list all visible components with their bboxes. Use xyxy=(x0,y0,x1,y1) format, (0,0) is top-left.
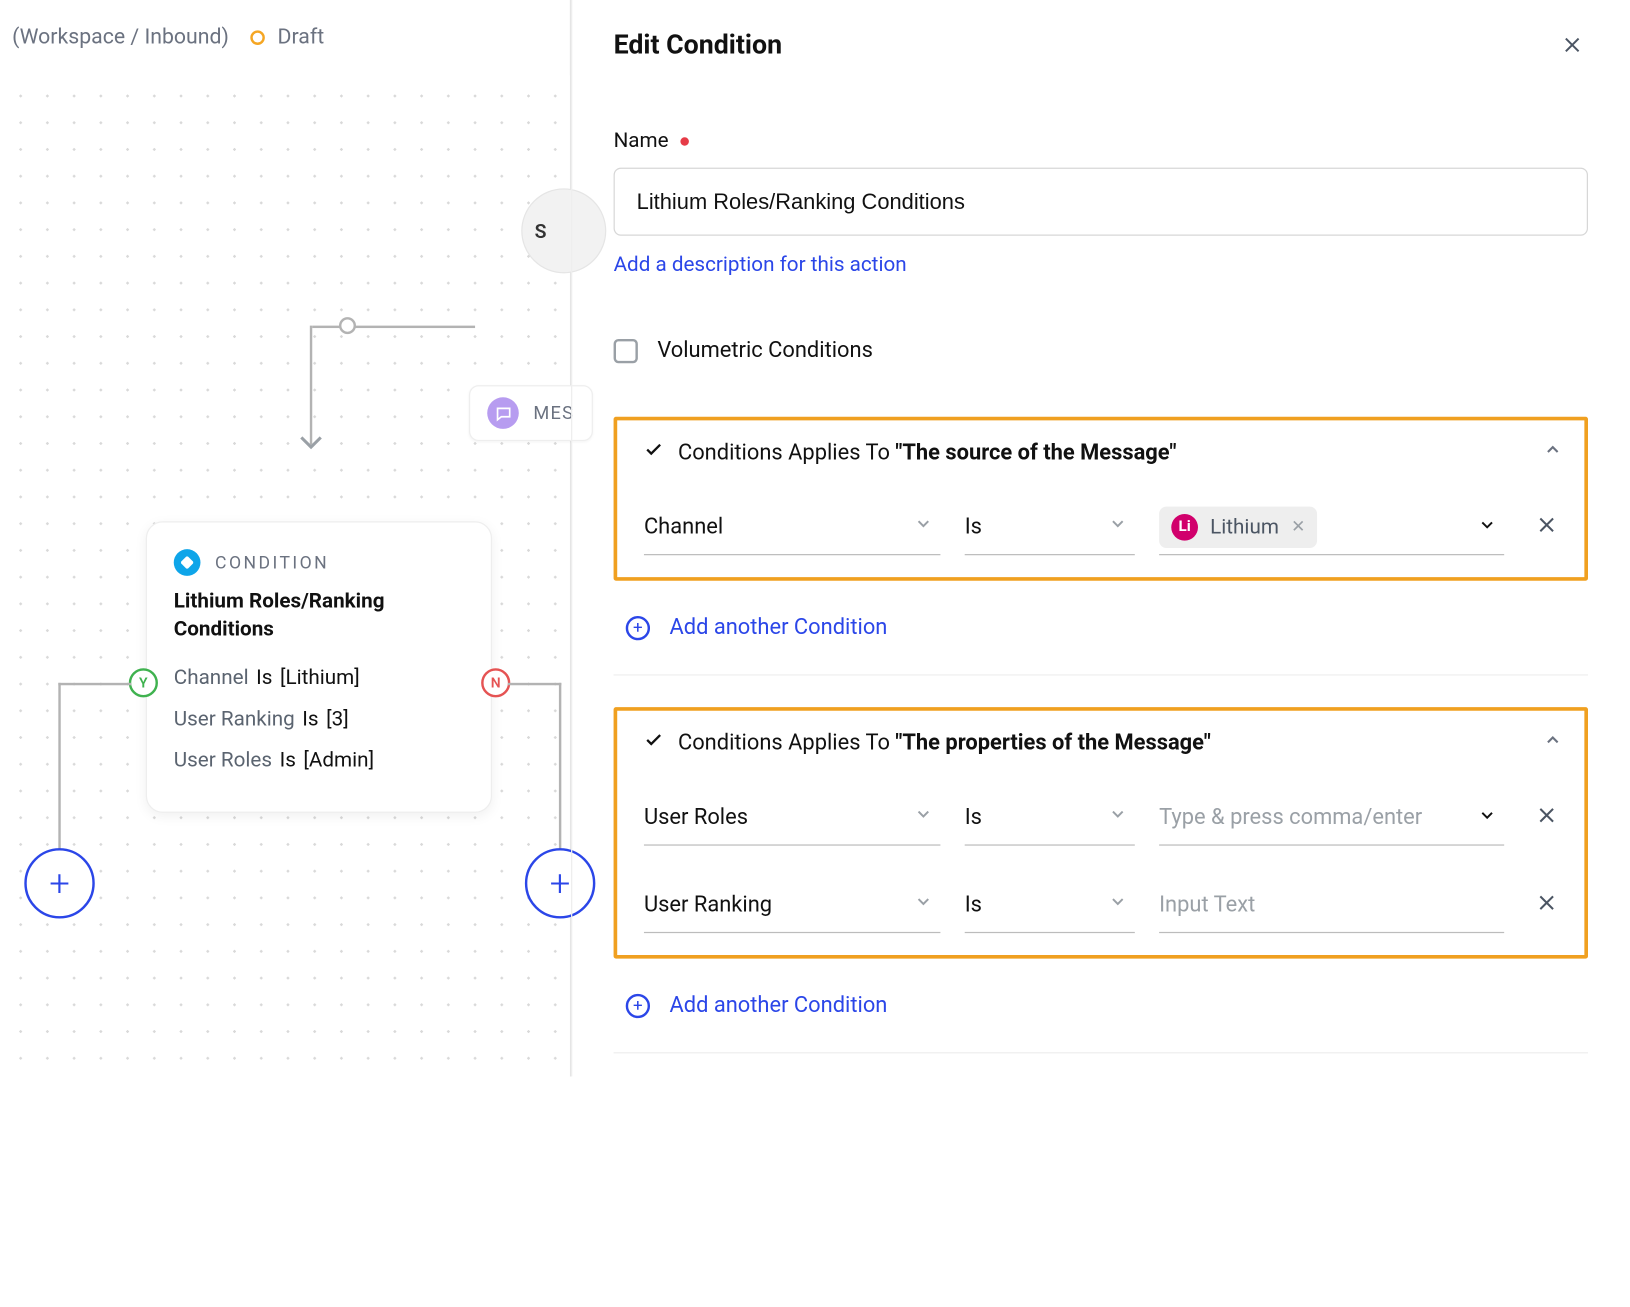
volumetric-checkbox-row[interactable]: Volumetric Conditions xyxy=(614,338,1588,364)
close-button[interactable] xyxy=(1556,29,1588,61)
chip-label: Lithium xyxy=(1210,515,1279,539)
field-select[interactable]: User Roles xyxy=(644,790,940,846)
condition-type-label: CONDITION xyxy=(215,552,329,573)
condition-row: Channel Is [Lithium] xyxy=(174,666,464,690)
operator-select[interactable]: Is xyxy=(965,877,1135,933)
condition-row: User Roles Is [Admin] xyxy=(174,748,464,772)
connector-line xyxy=(559,683,561,851)
chevron-down-icon xyxy=(914,514,933,540)
condition-title: Lithium Roles/Ranking Conditions xyxy=(174,588,464,644)
chip-remove-icon[interactable]: ✕ xyxy=(1291,517,1305,536)
divider xyxy=(614,674,1588,675)
check-icon xyxy=(644,440,663,466)
status-label: Draft xyxy=(278,26,325,50)
group-header[interactable]: Conditions Applies To "The source of the… xyxy=(644,440,1558,466)
chevron-down-icon xyxy=(1108,804,1127,830)
panel-title: Edit Condition xyxy=(614,30,782,60)
status-dot-icon xyxy=(251,30,266,45)
remove-row-button[interactable] xyxy=(1536,514,1558,541)
connector-line xyxy=(58,683,60,851)
condition-group-source: Conditions Applies To "The source of the… xyxy=(614,417,1588,581)
chevron-down-icon xyxy=(914,892,933,918)
value-placeholder: Type & press comma/enter xyxy=(1159,804,1422,830)
condition-row: User Roles Is Type & press comma/enter xyxy=(644,790,1558,846)
canvas-area: (Workspace / Inbound) Draft S MES xyxy=(0,0,571,1076)
plus-circle-icon: + xyxy=(626,615,650,639)
value-input[interactable]: Input Text xyxy=(1159,877,1504,933)
value-placeholder: Input Text xyxy=(1159,892,1255,918)
connector-line xyxy=(508,683,561,685)
add-condition-button[interactable]: + Add another Condition xyxy=(626,993,1588,1019)
breadcrumb[interactable]: (Workspace / Inbound) xyxy=(12,26,229,50)
add-node-button[interactable]: + xyxy=(24,848,94,918)
lithium-icon: Li xyxy=(1171,513,1198,540)
add-description-link[interactable]: Add a description for this action xyxy=(614,253,907,277)
chevron-up-icon[interactable] xyxy=(1543,440,1562,466)
required-dot-icon xyxy=(681,137,690,146)
checkbox-icon[interactable] xyxy=(614,338,638,362)
yes-badge[interactable]: Y xyxy=(129,668,158,697)
plus-circle-icon: + xyxy=(626,993,650,1017)
topbar: (Workspace / Inbound) Draft xyxy=(0,0,570,75)
chevron-up-icon[interactable] xyxy=(1543,730,1562,756)
condition-row: User Ranking Is Input Text xyxy=(644,877,1558,933)
value-input[interactable]: Li Lithium ✕ xyxy=(1159,499,1504,555)
edit-condition-panel: Edit Condition Name Add a description fo… xyxy=(571,0,1629,1076)
chevron-down-icon xyxy=(1108,514,1127,540)
add-condition-button[interactable]: + Add another Condition xyxy=(626,615,1588,641)
name-input[interactable] xyxy=(614,168,1588,236)
condition-row: Channel Is Li Lithium xyxy=(644,499,1558,555)
name-field-label: Name xyxy=(614,129,1588,153)
chevron-down-icon xyxy=(914,804,933,830)
operator-select[interactable]: Is xyxy=(965,790,1135,846)
condition-icon xyxy=(174,549,201,576)
divider xyxy=(614,1052,1588,1053)
remove-row-button[interactable] xyxy=(1536,804,1558,831)
connector-line xyxy=(58,683,131,685)
status-badge: Draft xyxy=(251,26,324,50)
condition-card[interactable]: CONDITION Lithium Roles/Ranking Conditio… xyxy=(146,521,492,812)
message-icon xyxy=(487,397,519,429)
chevron-down-icon xyxy=(1477,515,1496,539)
volumetric-label: Volumetric Conditions xyxy=(657,338,873,364)
connector-line xyxy=(312,326,475,328)
value-chip[interactable]: Li Lithium ✕ xyxy=(1159,506,1317,547)
connector-join-dot xyxy=(339,317,356,334)
group-header[interactable]: Conditions Applies To "The properties of… xyxy=(644,730,1558,756)
connector-line xyxy=(310,326,312,445)
operator-select[interactable]: Is xyxy=(965,499,1135,555)
stage-node-label: S xyxy=(535,219,547,242)
chevron-down-icon xyxy=(1108,892,1127,918)
message-node-label: MES xyxy=(533,402,574,424)
flow-canvas[interactable]: S MES CONDITION xyxy=(0,75,570,1076)
field-select[interactable]: Channel xyxy=(644,499,940,555)
no-badge[interactable]: N xyxy=(481,668,510,697)
check-icon xyxy=(644,730,663,756)
arrow-down-icon xyxy=(299,435,323,452)
condition-row: User Ranking Is [3] xyxy=(174,707,464,731)
close-icon xyxy=(1561,34,1583,56)
remove-row-button[interactable] xyxy=(1536,892,1558,919)
condition-group-properties: Conditions Applies To "The properties of… xyxy=(614,707,1588,959)
value-input[interactable]: Type & press comma/enter xyxy=(1159,790,1504,846)
field-select[interactable]: User Ranking xyxy=(644,877,940,933)
chevron-down-icon xyxy=(1477,805,1496,829)
